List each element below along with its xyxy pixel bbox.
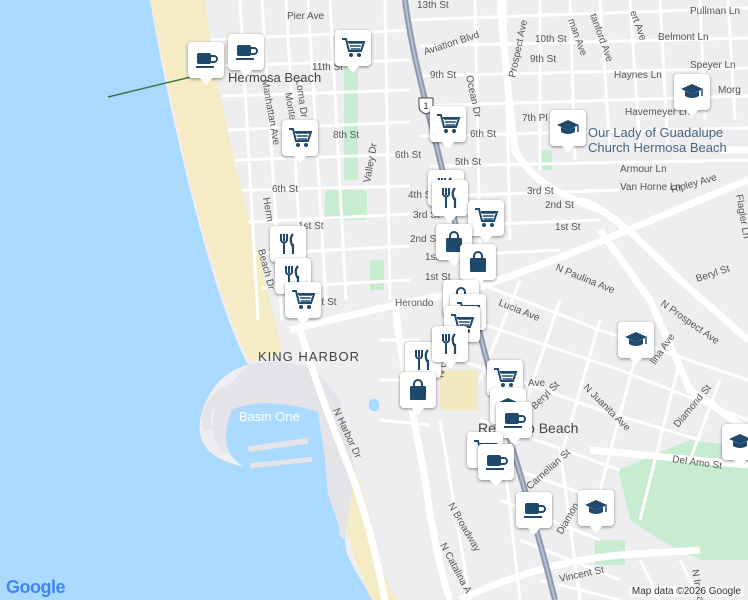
park-4 [540,150,552,170]
school-icon [623,328,649,352]
cafe-icon [483,450,509,474]
google-logo-text: Google [6,577,66,597]
map-marker-cafe[interactable] [188,42,224,85]
route-shield-label: 1 [423,101,428,111]
street-label-7th-pl: 7th Pl [522,113,548,124]
cafe-icon [193,48,219,72]
street-label-1st-d: 1st St [555,222,581,233]
map-marker-shopping-cart[interactable] [285,282,321,325]
place-label-church: Our Lady of Guadalupe Church Hermosa Beac… [588,125,727,155]
map-marker-cafe[interactable] [516,492,552,535]
street-label-8th: 8th St [333,130,359,141]
map-marker-cafe[interactable] [478,444,514,487]
school-icon [679,80,705,104]
map-marker-school[interactable] [618,322,654,365]
map-canvas[interactable]: 1 Pier Ave Aviation Blvd 13th St 11th St… [0,0,748,600]
street-label-3rd-b: 3rd St [527,186,554,197]
street-label-6th-b: 6th St [395,150,421,161]
street-label-ave: Ave [528,378,545,389]
park-3 [370,260,384,290]
shopping-cart-icon [290,288,316,312]
cafe-icon [521,498,547,522]
shopping-cart-icon [435,112,461,136]
restaurant-icon [437,186,463,210]
street-label-armour: Armour Ln [620,164,667,175]
street-label-6th-c: 6th St [470,129,496,140]
place-label-basin-one: Basin One [239,409,300,424]
street-label-morg: Morg [718,85,741,96]
google-logo: Google [6,577,66,598]
restaurant-icon [437,332,463,356]
shopping-bag-icon [465,250,491,274]
map-marker-cafe[interactable] [228,34,264,77]
cafe-icon [233,40,259,64]
school-icon [583,496,609,520]
place-label-king-harbor: KING HARBOR [258,349,360,364]
map-marker-restaurant[interactable] [432,326,468,369]
street-label-6th-a: 6th St [272,184,298,195]
map-marker-school[interactable] [578,490,614,533]
school-icon [555,116,581,140]
shopping-cart-icon [340,36,366,60]
street-label-9th-a: 9th St [430,70,456,81]
restaurant-icon [275,232,301,256]
shopping-bag-icon [405,378,431,402]
shopping-cart-icon [492,366,518,390]
map-marker-school[interactable] [674,74,710,117]
street-label-10th: 10th St [535,34,567,45]
map-marker-shopping-cart[interactable] [468,200,504,243]
shopping-cart-icon [473,206,499,230]
street-label-9th-b: 9th St [530,54,556,65]
street-label-belmont: Belmont Ln [658,32,709,43]
map-marker-restaurant[interactable] [270,226,306,269]
school-icon [727,430,748,454]
map-marker-shopping-bag[interactable] [400,372,436,415]
shopping-cart-icon [287,126,313,150]
map-marker-restaurant[interactable] [432,180,468,223]
map-marker-shopping-cart[interactable] [430,106,466,149]
street-label-13th: 13th St [417,0,449,11]
map-attribution[interactable]: Map data ©2026 Google [628,586,744,597]
street-label-5th: 5th St [455,157,481,168]
map-marker-shopping-cart[interactable] [282,120,318,163]
street-label-pullman: Pullman Ln [690,6,740,17]
map-marker-shopping-bag[interactable] [460,244,496,287]
street-label-2nd-a: 2nd St [410,234,439,245]
cafe-icon [501,408,527,432]
small-pond [368,398,380,412]
street-label-haynes: Haynes Ln [614,70,662,81]
map-marker-shopping-cart[interactable] [335,30,371,73]
map-marker-school[interactable] [550,110,586,153]
street-label-pier-ave: Pier Ave [287,11,324,22]
street-label-herondo: Herondo [395,298,434,309]
street-label-speyer: Speyer Ln [690,60,736,71]
map-marker-school[interactable] [722,424,748,467]
street-label-2nd-b: 2nd St [545,200,574,211]
